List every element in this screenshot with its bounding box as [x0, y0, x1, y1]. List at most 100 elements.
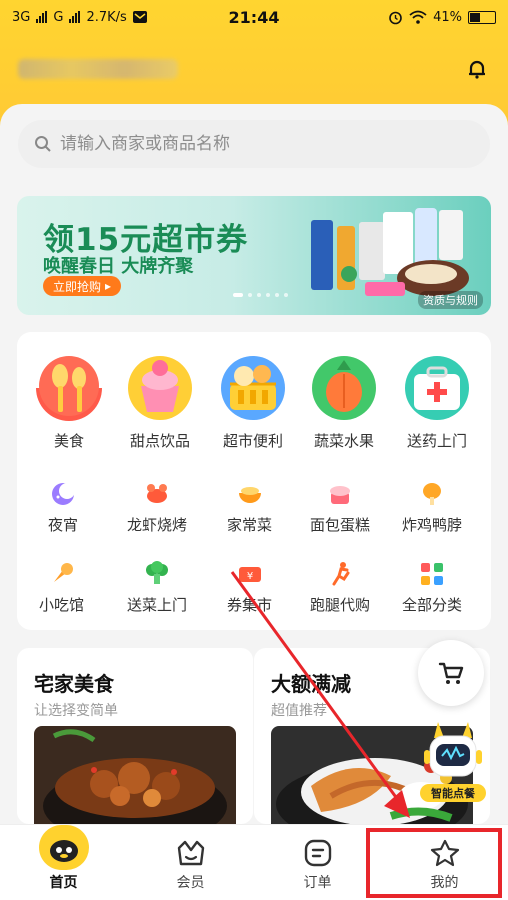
search-input[interactable]: [60, 134, 460, 154]
battery-icon: [468, 10, 496, 24]
category-dessert[interactable]: 甜点饮品: [123, 350, 197, 451]
category-label: 小吃馆: [39, 596, 85, 614]
network-speed: 2.7K/s: [86, 9, 127, 25]
feed-card-home-food[interactable]: 宅家美食 让选择变简单: [17, 648, 253, 824]
nav-label: 订单: [303, 875, 332, 891]
feed-card-subtitle: 让选择变简单: [34, 703, 118, 719]
banner-buy-button[interactable]: 立即抢购 ▸: [43, 276, 122, 296]
dessert-icon: [128, 356, 192, 420]
category-label: 夜宵: [48, 516, 79, 534]
network-type-2: G: [53, 9, 64, 25]
order-icon: [304, 839, 331, 867]
category-supermarket[interactable]: 超市便利: [216, 350, 290, 451]
wifi-icon: [409, 10, 427, 24]
bottom-navigation: 首页 会员 订单 我的: [0, 824, 508, 900]
nav-label: 会员: [176, 875, 205, 891]
location-address-blurred[interactable]: [18, 59, 178, 79]
signal-icon: [36, 11, 48, 23]
runner-icon: [332, 562, 350, 586]
category-food[interactable]: 美食: [32, 350, 106, 451]
category-home-dishes[interactable]: 家常菜: [227, 480, 272, 535]
banner-dot: [284, 293, 288, 297]
cart-icon: [438, 662, 464, 684]
category-label: 超市便利: [222, 432, 283, 450]
cart-button[interactable]: [418, 640, 484, 706]
status-left: 3G G 2.7K/s: [12, 10, 147, 25]
cake-icon: [330, 486, 350, 504]
category-label: 家常菜: [227, 516, 273, 534]
home-icon: [38, 825, 89, 870]
signal-icon-2: [69, 11, 81, 23]
smart-order-robot[interactable]: 智能点餐: [420, 716, 486, 802]
food-photo-image: [34, 726, 236, 824]
profile-icon: [430, 839, 459, 867]
member-icon: [177, 840, 204, 866]
category-coupon-market[interactable]: ¥ 券集市: [227, 560, 272, 615]
promo-banner[interactable]: 领15元超市券 唤醒春日 大牌齐聚 立即抢购 ▸ 资质与规则: [17, 196, 491, 315]
category-fried-chicken[interactable]: 炸鸡鸭脖: [402, 480, 462, 535]
category-label: 炸鸡鸭脖: [402, 516, 463, 534]
nav-label: 首页: [49, 875, 78, 891]
banner-dot: [266, 293, 270, 297]
category-grocery-delivery[interactable]: 送菜上门: [127, 560, 187, 615]
search-bar[interactable]: [18, 120, 490, 168]
category-label: 送菜上门: [127, 596, 188, 614]
category-label: 龙虾烧烤: [127, 516, 188, 534]
category-crayfish[interactable]: 龙虾烧烤: [127, 480, 187, 535]
category-grid: 美食 甜点饮品 超市便利 蔬菜水果 送药上门 夜宵 龙虾烧烤 家常菜 面包蛋糕 …: [17, 332, 491, 630]
alarm-icon: [389, 11, 402, 24]
nav-orders[interactable]: 订单: [254, 825, 381, 900]
nav-member[interactable]: 会员: [127, 825, 254, 900]
status-time: 21:44: [228, 7, 280, 27]
coupon-icon: ¥: [238, 567, 261, 582]
crayfish-icon: [147, 484, 167, 503]
feed-card-subtitle: 超值推荐: [271, 703, 327, 719]
category-label: 甜点饮品: [129, 432, 190, 450]
feed-card-title: 大额满减: [271, 672, 351, 696]
arrow-right-icon: ▸: [105, 279, 112, 293]
banner-dot-active: [233, 293, 243, 297]
smart-order-label: 智能点餐: [420, 784, 486, 802]
banner-dot: [257, 293, 261, 297]
nav-profile[interactable]: 我的: [381, 825, 508, 900]
category-label: 蔬菜水果: [313, 432, 374, 450]
banner-dot: [248, 293, 252, 297]
category-vegetables[interactable]: 蔬菜水果: [307, 350, 381, 451]
moon-icon: [52, 483, 75, 505]
grid-icon: [421, 563, 443, 585]
message-icon: [132, 11, 147, 23]
banner-rules-link[interactable]: 资质与规则: [418, 291, 483, 309]
supermarket-icon: [221, 356, 285, 420]
snack-icon: [53, 563, 73, 582]
svg-text:¥: ¥: [246, 571, 252, 582]
banner-dot: [275, 293, 279, 297]
robot-icon: [424, 722, 482, 777]
feed-card-title: 宅家美食: [34, 672, 114, 696]
category-label: 券集市: [227, 596, 273, 614]
banner-pagination: [233, 293, 288, 297]
network-type-1: 3G: [12, 9, 31, 25]
category-label: 面包蛋糕: [310, 516, 371, 534]
category-label: 全部分类: [402, 596, 463, 614]
category-snack-shop[interactable]: 小吃馆: [39, 560, 84, 615]
banner-subtitle: 唤醒春日 大牌齐聚: [43, 256, 194, 277]
location-header: [0, 44, 508, 94]
category-label: 跑腿代购: [310, 596, 371, 614]
category-label: 美食: [53, 432, 84, 450]
nav-label: 我的: [430, 875, 459, 891]
bell-icon[interactable]: [464, 56, 490, 82]
status-right: 41%: [388, 10, 496, 25]
category-bakery[interactable]: 面包蛋糕: [310, 480, 370, 535]
drumstick-icon: [423, 483, 441, 505]
food-icon: [36, 356, 102, 421]
banner-button-label: 立即抢购: [53, 279, 102, 294]
bowl-icon: [238, 487, 261, 503]
search-icon: [35, 136, 51, 152]
category-night-snack[interactable]: 夜宵: [48, 480, 78, 535]
nav-home[interactable]: 首页: [0, 825, 127, 900]
category-medicine[interactable]: 送药上门: [400, 350, 474, 451]
status-bar: 3G G 2.7K/s 21:44 41%: [0, 0, 508, 34]
category-errand[interactable]: 跑腿代购: [310, 560, 370, 615]
medicine-icon: [405, 356, 469, 420]
category-all[interactable]: 全部分类: [402, 560, 462, 615]
